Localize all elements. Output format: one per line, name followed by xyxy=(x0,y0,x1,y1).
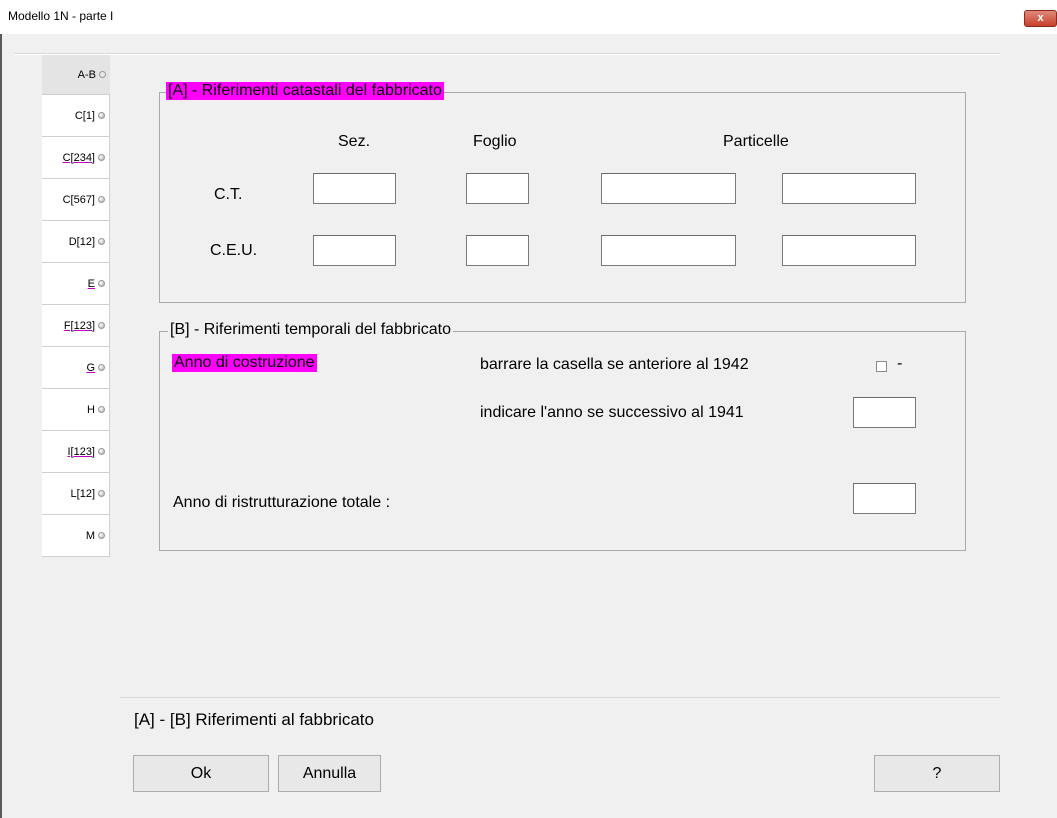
tab-i-123[interactable]: I[123] xyxy=(42,431,110,473)
ceu-sez-input[interactable] xyxy=(313,235,396,266)
tab-h[interactable]: H xyxy=(42,389,110,431)
anteriore-1942-suffix: - xyxy=(897,355,903,372)
tab-label: F[123] xyxy=(63,319,95,332)
tab-c-567[interactable]: C[567] xyxy=(42,179,110,221)
dialog-window: Modello 1N - parte I x A-B C[1] C[234] C[56… xyxy=(0,0,1057,818)
column-sez-label: Sez. xyxy=(338,133,371,150)
status-dot-icon xyxy=(98,531,105,539)
status-dot-icon xyxy=(98,363,105,371)
row-ceu-label: C.E.U. xyxy=(210,242,258,259)
anno-costruzione-label: Anno di costruzione xyxy=(172,354,317,372)
ct-foglio-input[interactable] xyxy=(466,173,529,204)
tab-label: C[567] xyxy=(62,193,95,206)
status-dot-icon xyxy=(98,195,105,203)
tab-label: D[12] xyxy=(68,235,95,248)
tab-label: C[234] xyxy=(62,151,95,164)
tab-d-12[interactable]: D[12] xyxy=(42,221,110,263)
status-dot-icon xyxy=(98,489,105,497)
status-dot-icon xyxy=(98,237,105,245)
status-text: [A] - [B] Riferimenti al fabbricato xyxy=(134,710,374,729)
tab-label: M xyxy=(85,529,95,542)
close-icon: x xyxy=(1037,12,1044,24)
tab-f-123[interactable]: F[123] xyxy=(42,305,110,347)
ok-button[interactable]: Ok xyxy=(133,755,269,792)
tab-label: G xyxy=(86,361,95,374)
tab-c-1[interactable]: C[1] xyxy=(42,95,110,137)
row-ct-label: C.T. xyxy=(214,186,243,203)
title-bar: Modello 1N - parte I x xyxy=(0,0,1057,34)
bottom-separator xyxy=(120,697,1000,698)
tab-g[interactable]: G xyxy=(42,347,110,389)
top-separator xyxy=(14,53,1000,55)
window-edge xyxy=(0,34,2,818)
status-dot-icon xyxy=(98,153,105,161)
help-button[interactable]: ? xyxy=(874,755,1000,792)
column-particelle-label: Particelle xyxy=(723,133,789,150)
anteriore-1942-label: barrare la casella se anteriore al 1942 xyxy=(480,356,749,373)
status-dot-icon xyxy=(98,447,105,455)
ct-sez-input[interactable] xyxy=(313,173,396,204)
tab-list: A-B C[1] C[234] C[567] D[12] E F[123] G H I[123] L… xyxy=(42,55,110,557)
tab-l-12[interactable]: L[12] xyxy=(42,473,110,515)
anno-successivo-input[interactable] xyxy=(853,397,916,428)
ceu-particella-1-input[interactable] xyxy=(601,235,736,266)
tab-a-b[interactable]: A-B xyxy=(42,55,110,95)
ristrutturazione-label: Anno di ristrutturazione totale : xyxy=(173,494,391,511)
successivo-1941-label: indicare l'anno se successivo al 1941 xyxy=(480,404,744,421)
tab-label: A-B xyxy=(77,68,96,81)
anteriore-1942-checkbox[interactable] xyxy=(876,361,887,372)
tab-m[interactable]: M xyxy=(42,515,110,557)
tab-label: L[12] xyxy=(70,487,95,500)
ceu-foglio-input[interactable] xyxy=(466,235,529,266)
status-dot-icon xyxy=(98,405,105,413)
status-dot-icon xyxy=(98,111,105,119)
annulla-button[interactable]: Annulla xyxy=(278,755,381,792)
ct-particella-1-input[interactable] xyxy=(601,173,736,204)
tab-label: H xyxy=(87,403,95,416)
tab-label: E xyxy=(87,277,95,290)
status-dot-icon xyxy=(98,321,105,329)
close-button[interactable]: x xyxy=(1024,10,1057,27)
anno-ristrutturazione-input[interactable] xyxy=(853,483,916,514)
tab-e[interactable]: E xyxy=(42,263,110,305)
section-a-title: [A] - Riferimenti catastali del fabbrica… xyxy=(166,82,444,100)
section-b-title: [B] - Riferimenti temporali del fabbrica… xyxy=(168,321,453,339)
tab-label: I[123] xyxy=(67,445,95,458)
tab-c-234[interactable]: C[234] xyxy=(42,137,110,179)
ceu-particella-2-input[interactable] xyxy=(782,235,916,266)
status-dot-icon xyxy=(98,279,105,287)
status-dot-icon xyxy=(99,70,106,78)
column-foglio-label: Foglio xyxy=(473,133,517,150)
tab-label: C[1] xyxy=(74,109,95,122)
window-title: Modello 1N - parte I xyxy=(8,9,114,23)
ct-particella-2-input[interactable] xyxy=(782,173,916,204)
